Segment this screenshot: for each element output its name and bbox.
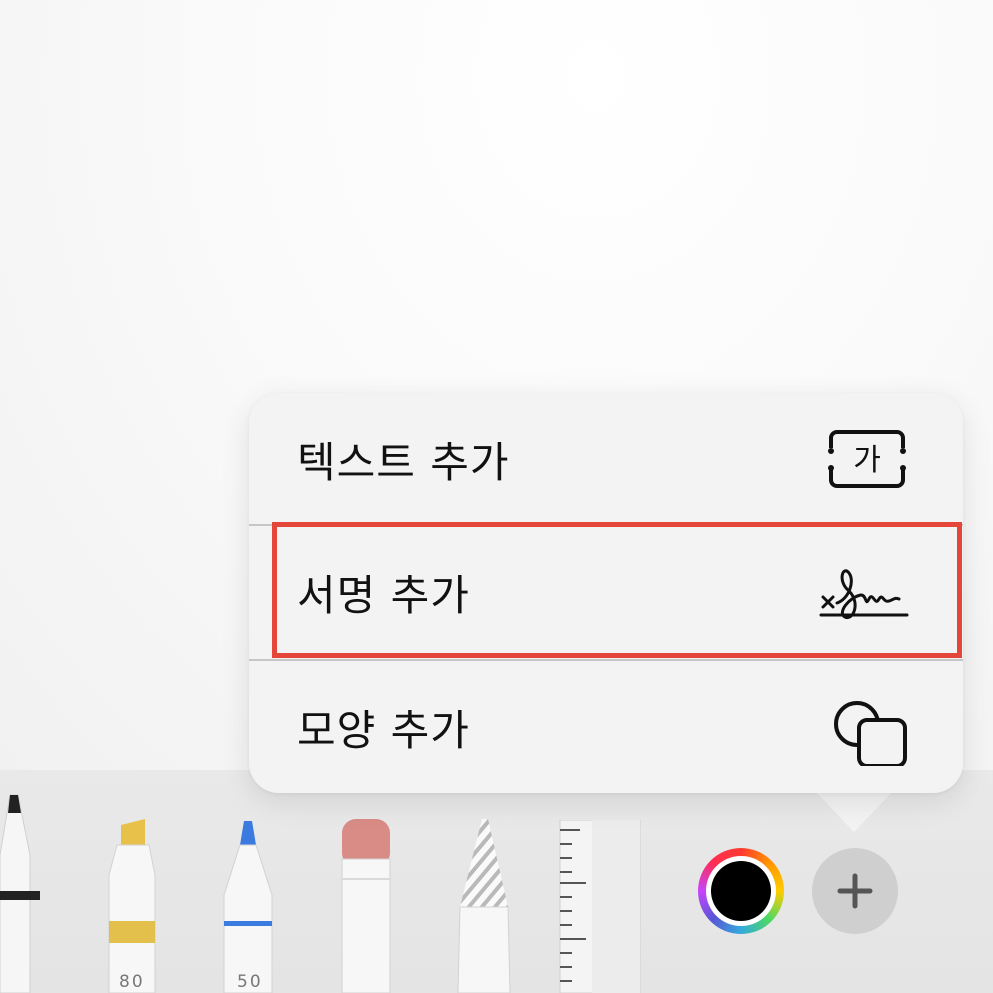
add-button[interactable] <box>812 848 898 934</box>
text-box-icon: 가 <box>826 430 908 488</box>
current-color-swatch <box>711 861 771 921</box>
highlighter-tool[interactable] <box>103 815 163 993</box>
blue-pen-tool[interactable] <box>218 815 278 993</box>
text-box-glyph: 가 <box>853 443 881 478</box>
pen-tool[interactable] <box>0 785 45 993</box>
lasso-tool[interactable] <box>452 815 518 993</box>
highlighter-size-label: 80 <box>119 972 145 992</box>
menu-item-add-shape[interactable]: 모양 추가 <box>249 661 963 794</box>
ruler-tool[interactable] <box>558 820 642 993</box>
menu-pointer <box>814 790 894 832</box>
plus-icon <box>837 873 873 909</box>
pen-size-label: 50 <box>237 972 263 992</box>
menu-item-add-text[interactable]: 텍스트 추가 가 <box>249 393 963 526</box>
selection-highlight <box>272 522 962 658</box>
menu-item-label: 텍스트 추가 <box>297 438 510 487</box>
eraser-tool[interactable] <box>337 815 397 993</box>
shapes-icon <box>834 701 907 766</box>
menu-item-label: 모양 추가 <box>297 706 470 755</box>
color-picker-button[interactable] <box>698 848 784 934</box>
